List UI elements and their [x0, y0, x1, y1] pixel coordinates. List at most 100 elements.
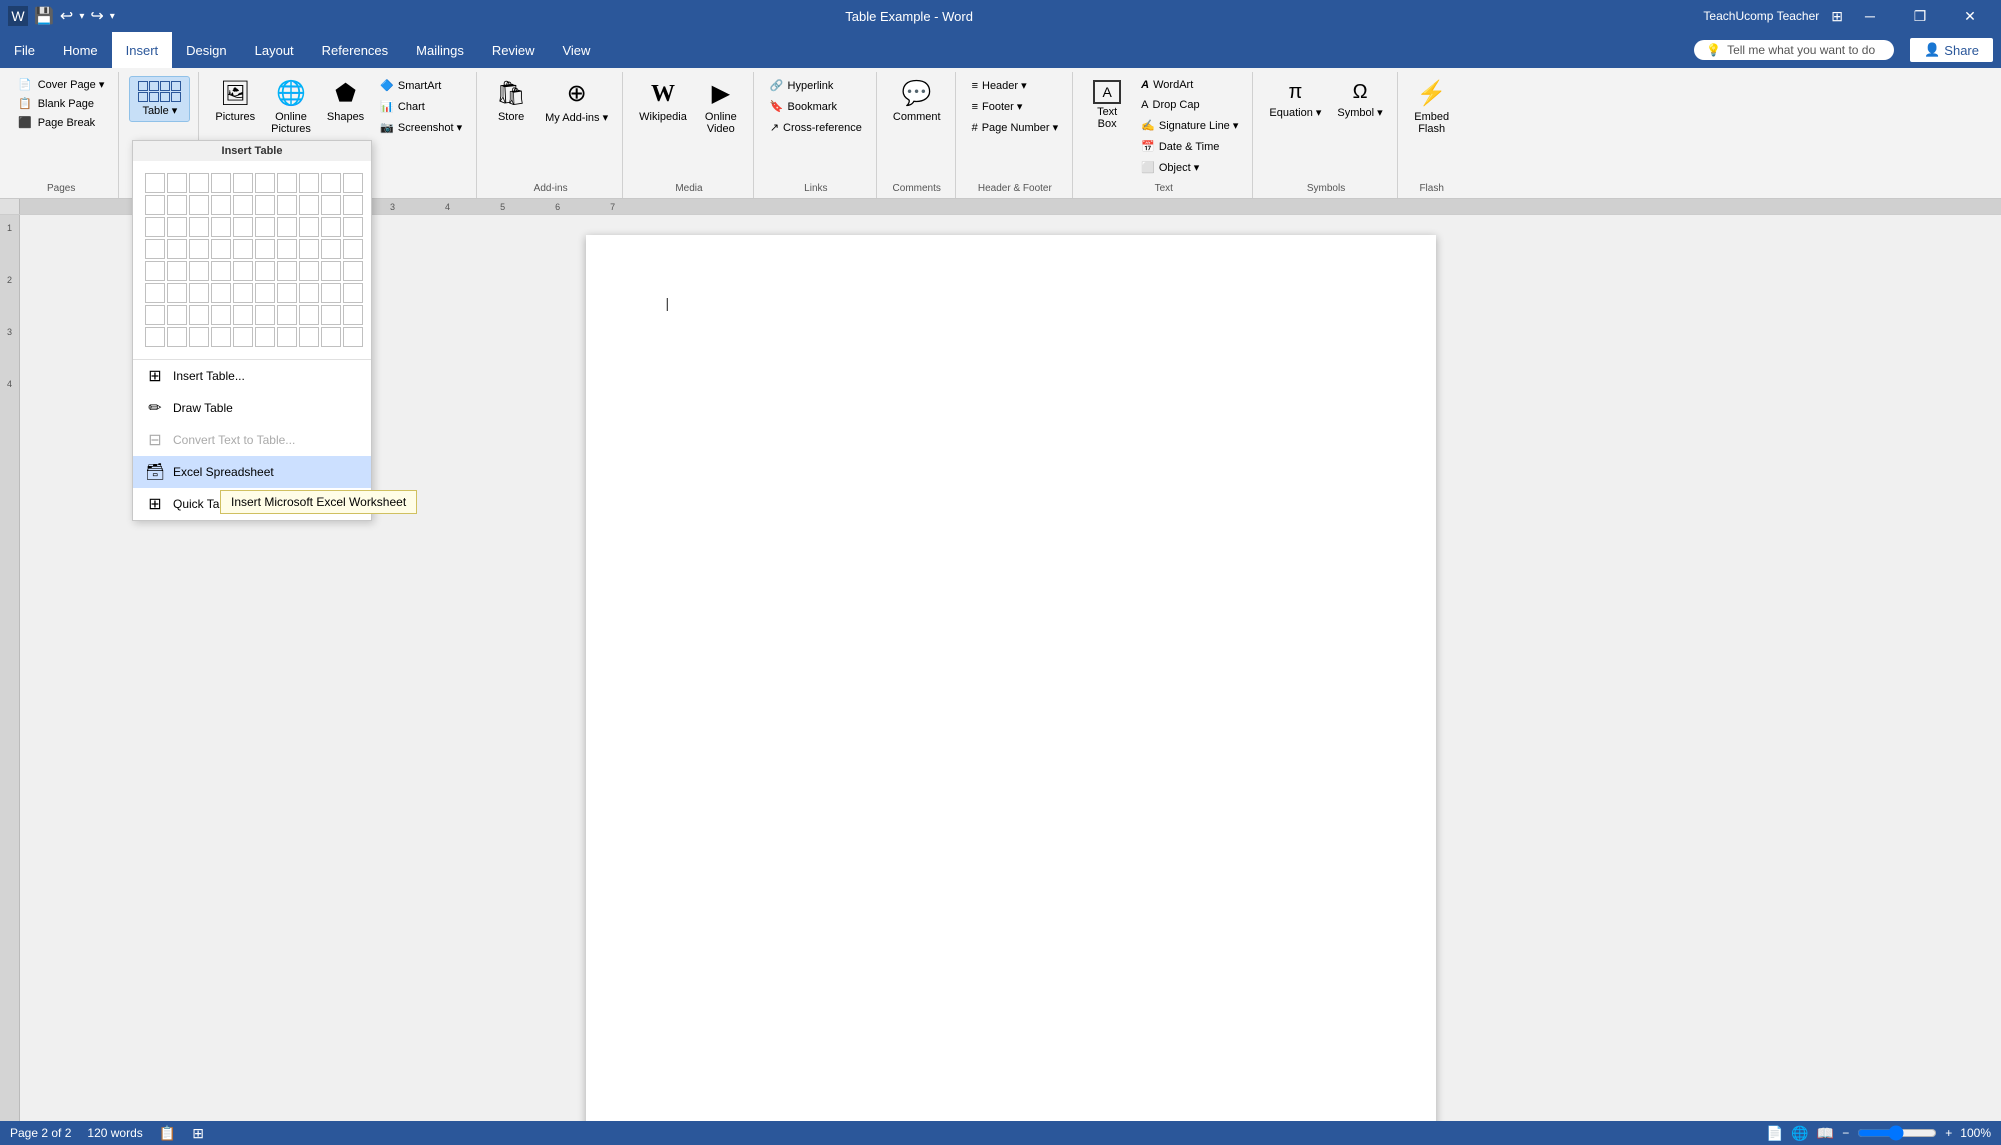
grid-cell[interactable]	[233, 173, 253, 193]
grid-cell[interactable]	[277, 239, 297, 259]
comment-button[interactable]: 💬 Comment	[887, 76, 947, 127]
web-layout-icon[interactable]: 🌐	[1791, 1125, 1808, 1142]
quick-undo-dropdown[interactable]: ▾	[79, 11, 84, 22]
zoom-slider[interactable]	[1857, 1125, 1937, 1141]
tell-me-input[interactable]: 💡 Tell me what you want to do	[1694, 40, 1894, 60]
grid-cell[interactable]	[211, 327, 231, 347]
grid-cell[interactable]	[167, 173, 187, 193]
print-layout-icon[interactable]: 📄	[1766, 1125, 1783, 1142]
grid-cell[interactable]	[277, 173, 297, 193]
online-video-button[interactable]: ▶ OnlineVideo	[697, 76, 745, 139]
grid-cell[interactable]	[189, 195, 209, 215]
menu-review[interactable]: Review	[478, 32, 549, 68]
grid-cell[interactable]	[145, 173, 165, 193]
pictures-button[interactable]: 🖼 Pictures	[209, 76, 261, 127]
menu-file[interactable]: File	[0, 32, 49, 68]
menu-home[interactable]: Home	[49, 32, 112, 68]
grid-cell[interactable]	[277, 195, 297, 215]
proofing-icon[interactable]: 📋	[159, 1125, 176, 1142]
grid-cell[interactable]	[167, 261, 187, 281]
view-icon[interactable]: ⊞	[192, 1125, 204, 1142]
grid-cell[interactable]	[167, 305, 187, 325]
grid-cell[interactable]	[255, 173, 275, 193]
grid-cell[interactable]	[343, 283, 363, 303]
grid-cell[interactable]	[343, 327, 363, 347]
grid-cell[interactable]	[211, 305, 231, 325]
grid-cell[interactable]	[189, 173, 209, 193]
cover-page-button[interactable]: 📄 Cover Page ▾	[12, 76, 110, 93]
insert-table-item[interactable]: ⊞ Insert Table...	[133, 360, 371, 392]
grid-cell[interactable]	[145, 261, 165, 281]
table-button[interactable]: Table ▾	[129, 76, 190, 122]
grid-cell[interactable]	[255, 195, 275, 215]
page-break-button[interactable]: ⬛ Page Break	[12, 114, 110, 131]
grid-cell[interactable]	[233, 261, 253, 281]
share-button[interactable]: 👤 Share	[1910, 38, 1993, 62]
grid-cell[interactable]	[343, 173, 363, 193]
object-button[interactable]: ⬜ Object ▾	[1135, 158, 1244, 177]
grid-cell[interactable]	[299, 305, 319, 325]
shapes-button[interactable]: ⬟ Shapes	[321, 76, 370, 127]
smartart-button[interactable]: 🔷 SmartArt	[374, 76, 468, 95]
store-button[interactable]: 🛍 Store	[487, 76, 535, 127]
grid-cell[interactable]	[211, 261, 231, 281]
symbol-button[interactable]: Ω Symbol ▾	[1331, 76, 1388, 123]
grid-cell[interactable]	[167, 283, 187, 303]
grid-cell[interactable]	[255, 327, 275, 347]
grid-cell[interactable]	[211, 173, 231, 193]
grid-cell[interactable]	[277, 283, 297, 303]
grid-cell[interactable]	[321, 217, 341, 237]
grid-cell[interactable]	[233, 195, 253, 215]
grid-cell[interactable]	[343, 305, 363, 325]
cross-reference-button[interactable]: ↗ Cross-reference	[764, 118, 868, 137]
zoom-in-button[interactable]: +	[1945, 1126, 1952, 1140]
grid-cell[interactable]	[299, 327, 319, 347]
grid-cell[interactable]	[255, 239, 275, 259]
bookmark-button[interactable]: 🔖 Bookmark	[764, 97, 868, 116]
grid-cell[interactable]	[321, 173, 341, 193]
wordart-button[interactable]: A WordArt	[1135, 76, 1244, 94]
grid-cell[interactable]	[211, 195, 231, 215]
grid-cell[interactable]	[233, 217, 253, 237]
zoom-out-button[interactable]: −	[1842, 1126, 1849, 1140]
grid-cell[interactable]	[167, 239, 187, 259]
grid-cell[interactable]	[145, 217, 165, 237]
dropcap-button[interactable]: A Drop Cap	[1135, 96, 1244, 114]
grid-cell[interactable]	[189, 305, 209, 325]
grid-cell[interactable]	[321, 195, 341, 215]
quick-tables-item[interactable]: ⊞ Quick Tables	[133, 488, 371, 520]
blank-page-button[interactable]: 📋 Blank Page	[12, 95, 110, 112]
menu-references[interactable]: References	[308, 32, 402, 68]
grid-cell[interactable]	[233, 305, 253, 325]
settings-icon[interactable]: ⊞	[1831, 8, 1843, 25]
grid-cell[interactable]	[189, 261, 209, 281]
grid-cell[interactable]	[189, 217, 209, 237]
menu-design[interactable]: Design	[172, 32, 240, 68]
grid-cell[interactable]	[189, 327, 209, 347]
grid-cell[interactable]	[299, 261, 319, 281]
grid-cell[interactable]	[299, 217, 319, 237]
grid-cell[interactable]	[233, 239, 253, 259]
grid-cell[interactable]	[189, 239, 209, 259]
hyperlink-button[interactable]: 🔗 Hyperlink	[764, 76, 868, 95]
chart-button[interactable]: 📊 Chart	[374, 97, 468, 116]
grid-cell[interactable]	[343, 195, 363, 215]
grid-cell[interactable]	[277, 327, 297, 347]
grid-cell[interactable]	[255, 217, 275, 237]
grid-cell[interactable]	[145, 239, 165, 259]
grid-cell[interactable]	[321, 305, 341, 325]
grid-cell[interactable]	[321, 261, 341, 281]
grid-cell[interactable]	[211, 239, 231, 259]
quick-save[interactable]: 💾	[34, 6, 54, 26]
grid-cell[interactable]	[299, 239, 319, 259]
menu-view[interactable]: View	[548, 32, 604, 68]
grid-cell[interactable]	[167, 195, 187, 215]
maximize-button[interactable]: ❐	[1897, 0, 1943, 32]
grid-cell[interactable]	[145, 195, 165, 215]
grid-cell[interactable]	[343, 261, 363, 281]
quick-undo[interactable]: ↩	[60, 6, 73, 26]
grid-cell[interactable]	[189, 283, 209, 303]
grid-cell[interactable]	[321, 327, 341, 347]
footer-button[interactable]: ≡ Footer ▾	[966, 97, 1065, 116]
menu-mailings[interactable]: Mailings	[402, 32, 478, 68]
